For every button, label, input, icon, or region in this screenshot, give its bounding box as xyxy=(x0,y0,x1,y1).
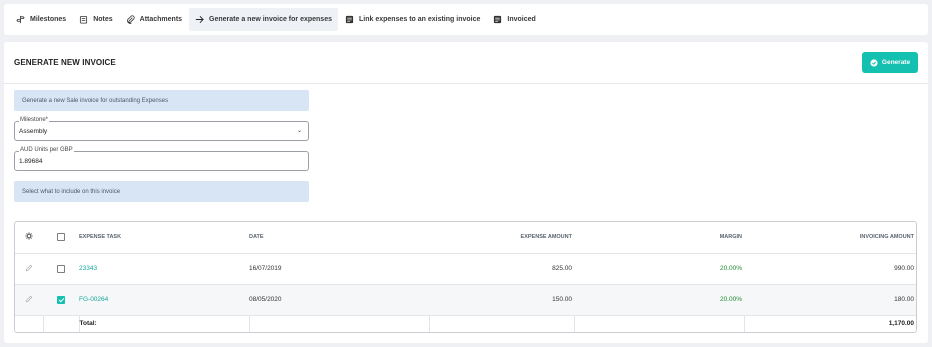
page-title: GENERATE NEW INVOICE xyxy=(14,58,116,67)
tab-generate-invoice[interactable]: Generate a new invoice for expenses xyxy=(189,8,338,31)
pencil-icon xyxy=(25,264,33,271)
table-header-row: EXPENSE TASK DATE EXPENSE AMOUNT MARGIN … xyxy=(15,222,916,253)
table-row: FG-00264 08/05/2020 150.00 20.00% 180.00 xyxy=(15,283,916,315)
gear-icon xyxy=(25,232,33,240)
generate-button[interactable]: Generate xyxy=(862,52,918,73)
margin-cell: 20.00% xyxy=(574,283,744,315)
tab-notes[interactable]: Notes xyxy=(73,8,118,31)
header-date: DATE xyxy=(249,234,264,241)
invoicing-amount-cell: 180.00 xyxy=(744,283,916,315)
invoicing-amount-cell: 990.00 xyxy=(744,252,916,284)
generate-button-label: Generate xyxy=(881,59,911,66)
tab-bar: Milestones Notes Attachments Generate a … xyxy=(4,4,928,35)
total-spacer xyxy=(574,314,745,332)
total-spacer xyxy=(43,314,80,332)
total-row: Total: 1,170.00 xyxy=(15,314,916,332)
select-all-checkbox[interactable] xyxy=(57,233,65,242)
milestone-value: Assembly xyxy=(19,128,48,135)
date-cell: 08/05/2020 xyxy=(249,283,429,315)
edit-cell[interactable] xyxy=(15,252,43,284)
pencil-icon xyxy=(25,295,33,302)
total-spacer xyxy=(15,314,44,332)
row-checkbox[interactable] xyxy=(57,295,65,304)
chevron-down-icon: ⌄ xyxy=(296,128,302,134)
expense-task-link[interactable]: FG-00264 xyxy=(79,283,249,315)
tab-label: Attachments xyxy=(139,16,183,23)
paperclip-icon xyxy=(126,15,135,24)
total-spacer xyxy=(429,314,575,332)
select-all-cell[interactable] xyxy=(43,222,79,253)
header-expense-task: EXPENSE TASK xyxy=(79,234,122,241)
header-margin: MARGIN xyxy=(719,234,742,241)
row-checkbox[interactable] xyxy=(57,264,65,273)
expenses-table: EXPENSE TASK DATE EXPENSE AMOUNT MARGIN … xyxy=(14,221,917,333)
table-row: 23343 16/07/2019 825.00 20.00% 990.00 xyxy=(15,252,916,284)
date-cell: 16/07/2019 xyxy=(249,252,429,284)
milestones-icon xyxy=(16,15,25,24)
check-circle-icon xyxy=(870,58,878,67)
tab-label: Invoiced xyxy=(507,16,536,23)
margin-cell: 20.00% xyxy=(574,252,744,284)
total-spacer xyxy=(249,314,430,332)
tab-label: Link expenses to an existing invoice xyxy=(359,16,481,23)
info-banner: Generate a new Sale invoice for outstand… xyxy=(14,90,309,111)
row-select-cell[interactable] xyxy=(43,283,79,315)
tab-attachments[interactable]: Attachments xyxy=(120,8,188,31)
rate-field[interactable]: AUD Units per GBP 1.89684 xyxy=(14,147,309,171)
tab-label: Generate a new invoice for expenses xyxy=(209,16,332,23)
tab-label: Milestones xyxy=(30,16,67,23)
tab-link-expenses[interactable]: Link expenses to an existing invoice xyxy=(339,8,486,31)
expense-amount-cell: 150.00 xyxy=(429,283,574,315)
total-value: 1,170.00 xyxy=(744,314,916,332)
notes-icon xyxy=(79,15,88,24)
column-settings[interactable] xyxy=(15,222,43,253)
arrow-right-icon xyxy=(195,15,204,24)
tab-milestones[interactable]: Milestones xyxy=(10,8,72,31)
panel-header: GENERATE NEW INVOICE Generate xyxy=(4,42,928,84)
list-icon xyxy=(345,15,354,24)
generate-invoice-panel: GENERATE NEW INVOICE Generate Generate a… xyxy=(4,42,928,343)
total-label: Total: xyxy=(79,314,250,332)
tab-label: Notes xyxy=(93,16,113,23)
expense-task-link[interactable]: 23343 xyxy=(79,252,249,284)
header-invoicing-amount: INVOICING AMOUNT xyxy=(859,234,914,241)
milestone-label: Milestone* xyxy=(19,117,50,123)
include-banner: Select what to include on this invoice xyxy=(14,181,309,202)
rate-label: AUD Units per GBP xyxy=(19,147,74,153)
milestone-select[interactable]: Milestone* Assembly ⌄ xyxy=(14,117,309,141)
tab-invoiced[interactable]: Invoiced xyxy=(487,8,541,31)
header-expense-amount: EXPENSE AMOUNT xyxy=(520,234,572,241)
invoice-icon xyxy=(493,15,502,24)
expense-amount-cell: 825.00 xyxy=(429,252,574,284)
row-select-cell[interactable] xyxy=(43,252,79,284)
rate-value: 1.89684 xyxy=(19,158,43,165)
edit-cell[interactable] xyxy=(15,283,43,315)
